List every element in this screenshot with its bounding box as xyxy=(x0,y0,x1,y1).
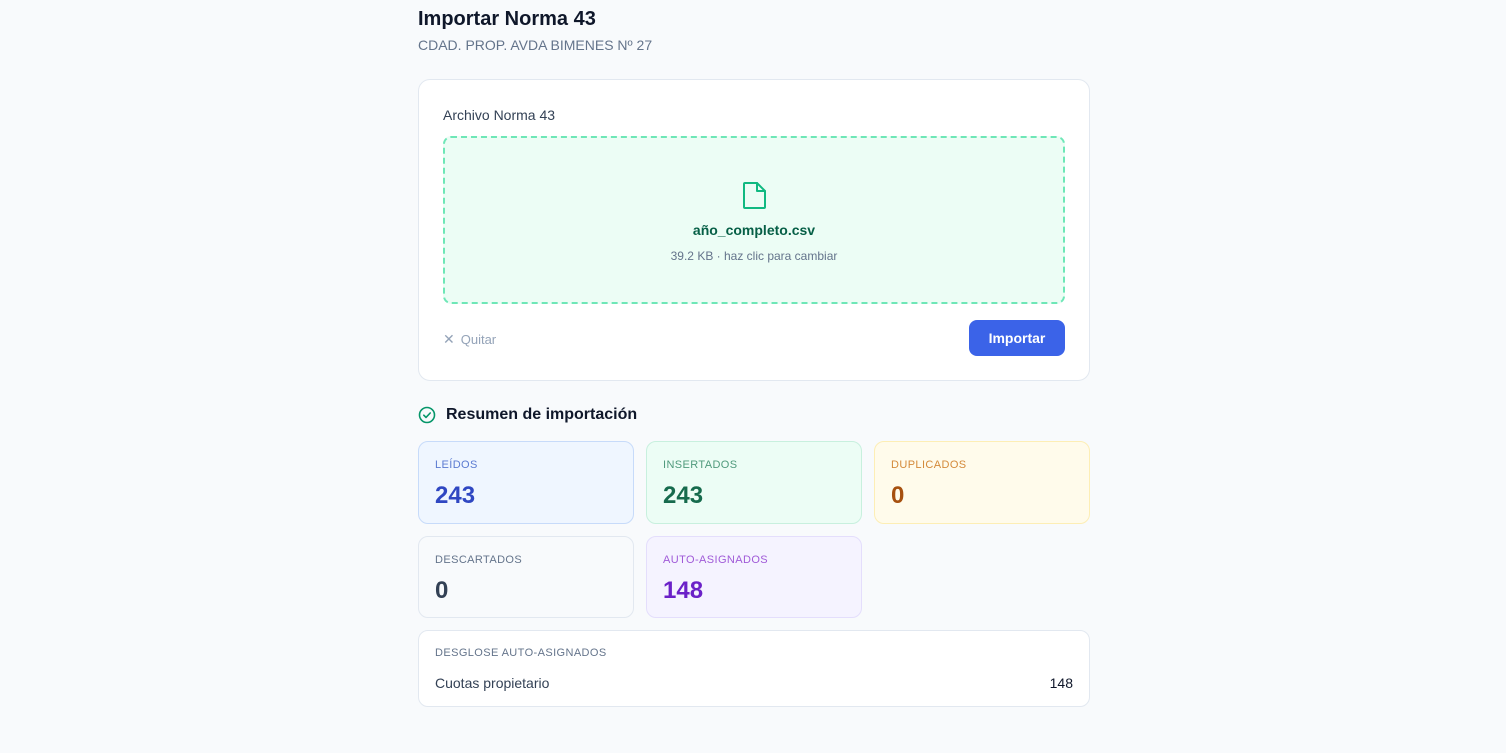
breakdown-row-name: Cuotas propietario xyxy=(435,675,550,691)
stat-label: AUTO-ASIGNADOS xyxy=(663,554,769,566)
stat-label: DESCARTADOS xyxy=(435,554,523,566)
page-title: Importar Norma 43 xyxy=(418,8,596,30)
remove-file-label: Quitar xyxy=(460,331,497,347)
stat-value: 0 xyxy=(435,577,449,604)
selected-file-meta: 39.2 KB · haz clic para cambiar xyxy=(670,249,838,263)
summary-header: Resumen de importación xyxy=(418,406,637,424)
stat-value: 0 xyxy=(891,482,905,509)
page-subtitle: CDAD. PROP. AVDA BIMENES Nº 27 xyxy=(418,37,653,53)
auto-assigned-breakdown: DESGLOSE AUTO-ASIGNADOS Cuotas propietar… xyxy=(418,630,1090,707)
stat-card-duplicados: DUPLICADOS 0 xyxy=(874,441,1090,524)
file-icon xyxy=(743,182,766,209)
selected-file-name: año_completo.csv xyxy=(692,222,816,238)
upload-card: Archivo Norma 43 año_completo.csv 39.2 K… xyxy=(418,79,1090,381)
stat-label: LEÍDOS xyxy=(435,459,478,471)
import-button[interactable]: Importar xyxy=(969,320,1065,356)
check-circle-icon xyxy=(418,406,436,424)
stat-card-leidos: LEÍDOS 243 xyxy=(418,441,634,524)
stat-card-auto-asignados: AUTO-ASIGNADOS 148 xyxy=(646,536,862,618)
breakdown-row-count: 148 xyxy=(1049,675,1073,691)
stat-card-insertados: INSERTADOS 243 xyxy=(646,441,862,524)
breakdown-title: DESGLOSE AUTO-ASIGNADOS xyxy=(435,647,607,659)
breakdown-row: Cuotas propietario 148 xyxy=(435,675,1073,691)
stat-label: DUPLICADOS xyxy=(891,459,967,471)
close-icon: ✕ xyxy=(443,331,455,347)
stat-value: 243 xyxy=(663,482,704,509)
summary-title: Resumen de importación xyxy=(446,406,638,423)
file-field-label: Archivo Norma 43 xyxy=(443,107,556,123)
remove-file-button[interactable]: ✕ Quitar xyxy=(443,330,496,348)
stat-card-descartados: DESCARTADOS 0 xyxy=(418,536,634,618)
stat-value: 148 xyxy=(663,577,704,604)
stat-value: 243 xyxy=(435,482,476,509)
stat-label: INSERTADOS xyxy=(663,459,738,471)
file-dropzone[interactable]: año_completo.csv 39.2 KB · haz clic para… xyxy=(443,136,1065,304)
